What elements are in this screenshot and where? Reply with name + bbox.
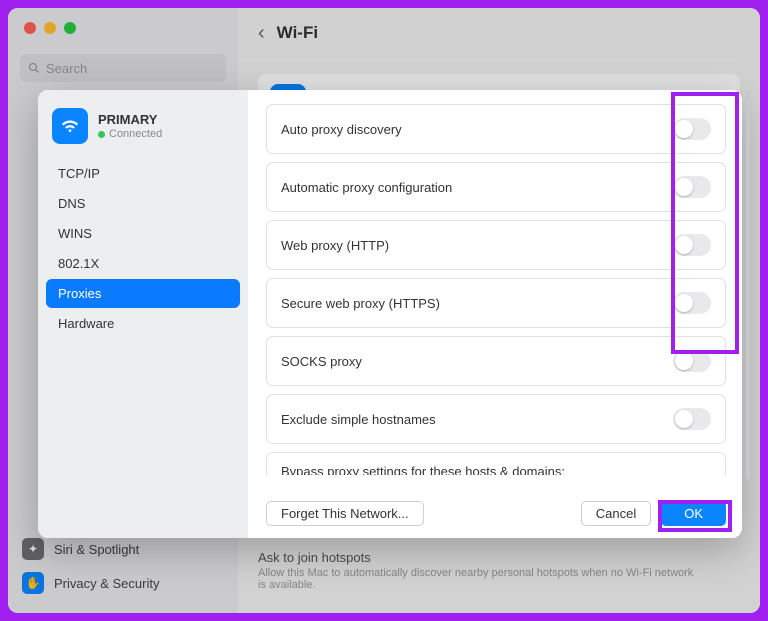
toggle-exclude-simple[interactable] <box>673 408 711 430</box>
proxy-row-auto-discovery: Auto proxy discovery <box>266 104 726 154</box>
proxy-row-http: Web proxy (HTTP) <box>266 220 726 270</box>
tab-tcpip[interactable]: TCP/IP <box>46 159 240 188</box>
toggle-auto-discovery[interactable] <box>673 118 711 140</box>
tab-wins[interactable]: WINS <box>46 219 240 248</box>
proxy-row-exclude-simple: Exclude simple hostnames <box>266 394 726 444</box>
proxy-row-auto-config: Automatic proxy configuration <box>266 162 726 212</box>
status-dot-icon <box>98 131 105 138</box>
bypass-hosts-row[interactable]: Bypass proxy settings for these hosts & … <box>266 452 726 475</box>
settings-window: Search ✦ Siri & Spotlight ✋ Privacy & Se… <box>8 8 760 613</box>
tab-proxies[interactable]: Proxies <box>46 279 240 308</box>
proxy-row-https: Secure web proxy (HTTPS) <box>266 278 726 328</box>
proxy-row-socks: SOCKS proxy <box>266 336 726 386</box>
network-header: PRIMARY Connected <box>44 104 242 158</box>
tab-8021x[interactable]: 802.1X <box>46 249 240 278</box>
toggle-https-proxy[interactable] <box>673 292 711 314</box>
tab-dns[interactable]: DNS <box>46 189 240 218</box>
scrollbar[interactable] <box>746 90 750 480</box>
bypass-title: Bypass proxy settings for these hosts & … <box>281 464 711 475</box>
wifi-icon <box>52 108 88 144</box>
modal-content: Auto proxy discovery Automatic proxy con… <box>248 90 742 538</box>
toggle-http-proxy[interactable] <box>673 234 711 256</box>
modal-footer: Forget This Network... Cancel OK <box>266 491 726 526</box>
network-settings-modal: PRIMARY Connected TCP/IP DNS WINS 802.1X… <box>38 90 742 538</box>
forget-network-button[interactable]: Forget This Network... <box>266 501 424 526</box>
ok-button[interactable]: OK <box>661 501 726 526</box>
tab-hardware[interactable]: Hardware <box>46 309 240 338</box>
cancel-button[interactable]: Cancel <box>581 501 651 526</box>
network-status: Connected <box>98 128 162 140</box>
network-name: PRIMARY <box>98 112 162 127</box>
proxy-settings-list: Auto proxy discovery Automatic proxy con… <box>266 104 726 475</box>
toggle-socks-proxy[interactable] <box>673 350 711 372</box>
modal-sidebar: PRIMARY Connected TCP/IP DNS WINS 802.1X… <box>38 90 248 538</box>
toggle-auto-config[interactable] <box>673 176 711 198</box>
